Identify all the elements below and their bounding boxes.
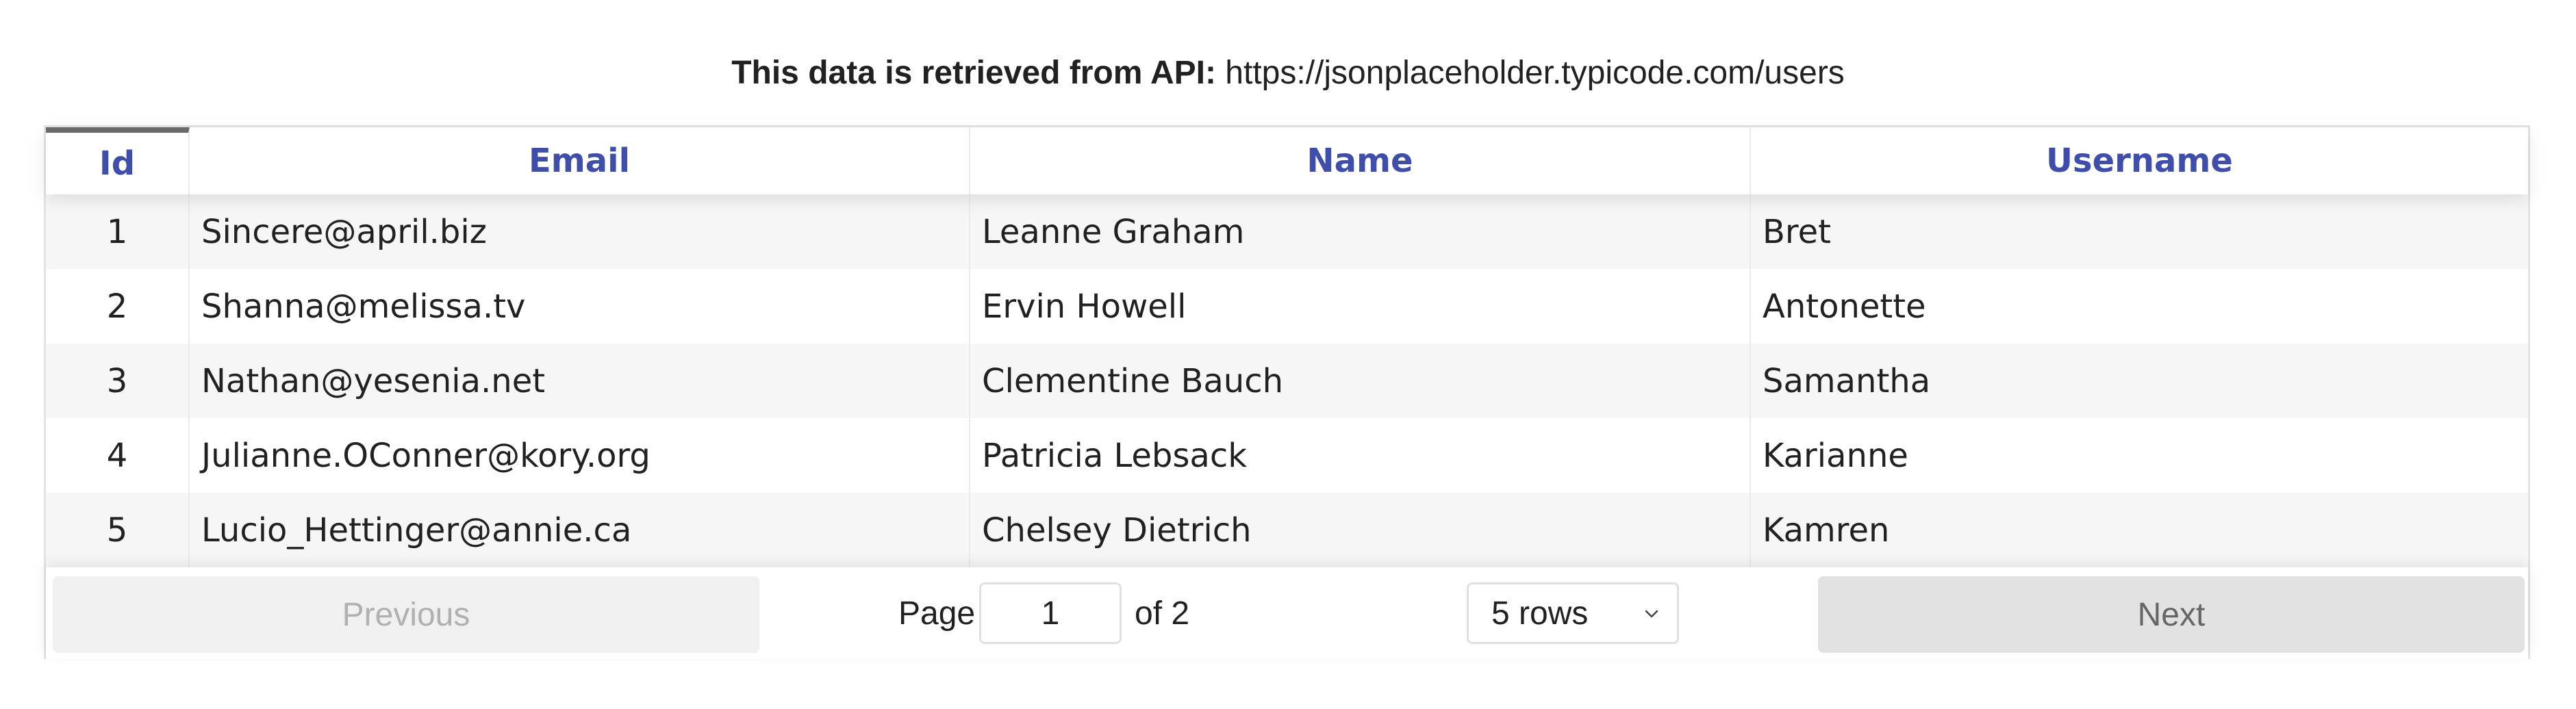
- cell-username: Karianne: [1763, 436, 1908, 475]
- page-label: Page: [898, 595, 976, 632]
- table-header: Id Email Name Username: [46, 127, 2528, 194]
- cell-username: Bret: [1763, 212, 1831, 251]
- table-row[interactable]: 4 Julianne.OConner@kory.org Patricia Leb…: [46, 418, 2528, 493]
- api-caption-url: https://jsonplaceholder.typicode.com/use…: [1225, 55, 1845, 91]
- cell-email: Shanna@melissa.tv: [190, 269, 970, 344]
- users-table: Id Email Name Username 1 Sincere@april.b…: [44, 125, 2530, 659]
- rows-per-page-value: 5 rows: [1491, 595, 1589, 632]
- api-caption-label: This data is retrieved from API:: [731, 55, 1216, 91]
- chevron-down-icon: [1645, 610, 1658, 618]
- column-header-username[interactable]: Username: [1751, 127, 2528, 194]
- cell-email: Nathan@yesenia.net: [190, 344, 970, 418]
- cell-username: Samantha: [1763, 361, 1931, 400]
- column-header-name[interactable]: Name: [970, 127, 1751, 194]
- table-row[interactable]: 2 Shanna@melissa.tv Ervin Howell Antonet…: [46, 269, 2528, 344]
- column-header-email[interactable]: Email: [190, 127, 970, 194]
- cell-username: Antonette: [1763, 287, 1926, 326]
- page-count-label: of 2: [1135, 595, 1190, 632]
- cell-email: Julianne.OConner@kory.org: [190, 418, 970, 493]
- cell-id: 1: [46, 194, 190, 269]
- cell-name: Clementine Bauch: [970, 344, 1751, 418]
- cell-name: Chelsey Dietrich: [970, 493, 1751, 567]
- pagination-bar: Previous Page of 2 5 rows Next: [46, 567, 2528, 659]
- cell-email: Sincere@april.biz: [190, 194, 970, 269]
- next-button[interactable]: Next: [1818, 576, 2525, 653]
- cell-id: 4: [46, 418, 190, 493]
- cell-name: Ervin Howell: [970, 269, 1751, 344]
- previous-button[interactable]: Previous: [53, 576, 759, 653]
- cell-name: Patricia Lebsack: [970, 418, 1751, 493]
- api-caption: This data is retrieved from API: https:/…: [0, 49, 2576, 97]
- column-header-id[interactable]: Id: [46, 127, 190, 194]
- cell-id: 3: [46, 344, 190, 418]
- page-number-input[interactable]: [979, 582, 1122, 644]
- table-row[interactable]: 1 Sincere@april.biz Leanne Graham Bret: [46, 194, 2528, 269]
- table-row[interactable]: 5 Lucio_Hettinger@annie.ca Chelsey Dietr…: [46, 493, 2528, 567]
- table-row[interactable]: 3 Nathan@yesenia.net Clementine Bauch Sa…: [46, 344, 2528, 418]
- cell-username: Kamren: [1763, 511, 1890, 550]
- cell-name: Leanne Graham: [970, 194, 1751, 269]
- rows-per-page-select[interactable]: 5 rows: [1467, 582, 1679, 644]
- cell-id: 2: [46, 269, 190, 344]
- cell-email: Lucio_Hettinger@annie.ca: [190, 493, 970, 567]
- cell-id: 5: [46, 493, 190, 567]
